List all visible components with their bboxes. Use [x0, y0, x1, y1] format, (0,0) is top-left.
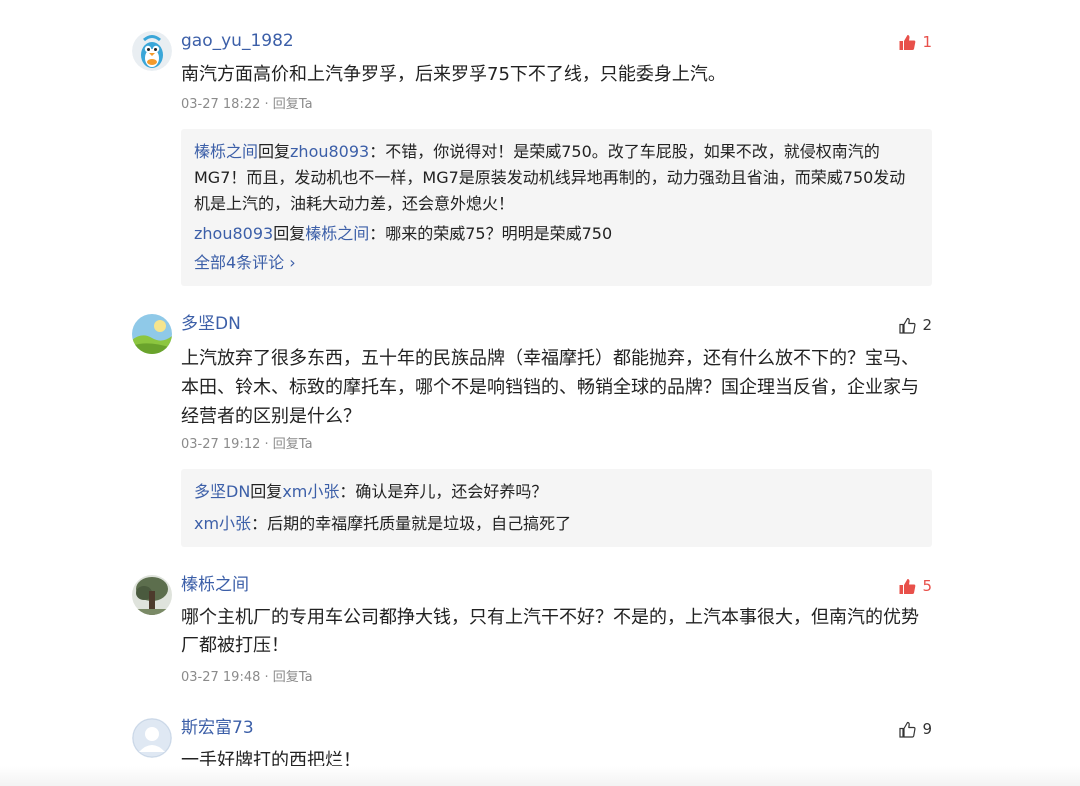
- reply-button[interactable]: 回复Ta: [273, 670, 313, 685]
- meta-separator: ·: [264, 97, 269, 112]
- reply-item: 榛栎之间回复zhou8093：不错，你说得对！是荣威750。改了车屁股，如果不改…: [194, 139, 919, 217]
- thumbs-up-outline-icon: [899, 721, 917, 738]
- meta-separator: ·: [264, 670, 269, 685]
- landscape-avatar-icon[interactable]: [132, 314, 172, 354]
- like-button[interactable]: 5: [899, 576, 932, 596]
- like-count: 1: [922, 33, 932, 51]
- penguin-avatar-icon[interactable]: [132, 31, 172, 71]
- reply-thread: 榛栎之间回复zhou8093：不错，你说得对！是荣威750。改了车屁股，如果不改…: [181, 129, 932, 286]
- reply-item: zhou8093回复榛栎之间：哪来的荣威75？明明是荣威750: [194, 221, 919, 247]
- reply-verb: 回复: [258, 142, 291, 161]
- comment-time: 03-27 19:12: [181, 437, 261, 452]
- reply-colon: ：: [369, 142, 386, 161]
- reply-text: 哪来的荣威75？明明是荣威750: [385, 224, 613, 243]
- reply-button[interactable]: 回复Ta: [273, 437, 313, 452]
- comment-time: 03-27 18:22: [181, 97, 261, 112]
- thumbs-up-filled-icon: [899, 578, 916, 595]
- reply-verb: 回复: [250, 482, 283, 501]
- view-all-replies-link[interactable]: 全部4条评论 ›: [194, 250, 919, 276]
- thumbs-up-outline-icon: [899, 317, 917, 334]
- like-count: 9: [922, 720, 932, 738]
- comment-username[interactable]: 多坚DN: [181, 313, 241, 335]
- reply-button[interactable]: 回复Ta: [273, 97, 313, 112]
- comment-meta: 03-27 19:48 · 回复Ta: [181, 669, 313, 687]
- default-user-avatar-icon[interactable]: [132, 718, 172, 758]
- reply-author[interactable]: xm小张: [194, 514, 251, 533]
- like-button[interactable]: 2: [899, 315, 932, 335]
- reply-author[interactable]: 榛栎之间: [194, 142, 258, 161]
- comment-username[interactable]: 榛栎之间: [181, 574, 249, 596]
- reply-item: 多坚DN回复xm小张：确认是弃儿，还会好养吗？: [194, 479, 919, 505]
- like-button[interactable]: 9: [899, 719, 932, 739]
- meta-separator: ·: [264, 437, 269, 452]
- comment-text: 南汽方面高价和上汽争罗孚，后来罗孚75下不了线，只能委身上汽。: [181, 64, 726, 85]
- reply-thread: 多坚DN回复xm小张：确认是弃儿，还会好养吗？ xm小张：后期的幸福摩托质量就是…: [181, 469, 932, 547]
- reply-target[interactable]: xm小张: [282, 482, 339, 501]
- comment-time: 03-27 19:48: [181, 670, 261, 685]
- reply-colon: ：: [251, 514, 268, 533]
- comment-username[interactable]: gao_yu_1982: [181, 30, 294, 52]
- reply-colon: ：: [339, 482, 356, 501]
- like-button[interactable]: 1: [899, 32, 932, 52]
- thumbs-up-filled-icon: [899, 34, 916, 51]
- comment-meta: 03-27 19:12 · 回复Ta: [181, 436, 313, 454]
- reply-verb: 回复: [273, 224, 306, 243]
- comment-text: 上汽放弃了很多东西，五十年的民族品牌（幸福摩托）都能抛弃，还有什么放不下的？宝马…: [181, 348, 919, 427]
- reply-text: 确认是弃儿，还会好养吗？: [355, 482, 548, 501]
- tree-avatar-icon[interactable]: [132, 575, 172, 615]
- reply-text: 后期的幸福摩托质量就是垃圾，自己搞死了: [267, 514, 572, 533]
- reply-item: xm小张：后期的幸福摩托质量就是垃圾，自己搞死了: [194, 511, 919, 537]
- comment-username[interactable]: 斯宏富73: [181, 717, 254, 739]
- like-count: 5: [922, 577, 932, 595]
- reply-target[interactable]: zhou8093: [290, 142, 369, 161]
- reply-author[interactable]: zhou8093: [194, 224, 273, 243]
- reply-author[interactable]: 多坚DN: [194, 482, 250, 501]
- reply-colon: ：: [369, 224, 386, 243]
- comment-meta: 03-27 18:22 · 回复Ta: [181, 96, 313, 114]
- bottom-edge: [0, 766, 1080, 786]
- like-count: 2: [922, 316, 932, 334]
- comment-text: 哪个主机厂的专用车公司都挣大钱，只有上汽干不好？不是的，上汽本事很大，但南汽的优…: [181, 607, 919, 656]
- reply-target[interactable]: 榛栎之间: [305, 224, 369, 243]
